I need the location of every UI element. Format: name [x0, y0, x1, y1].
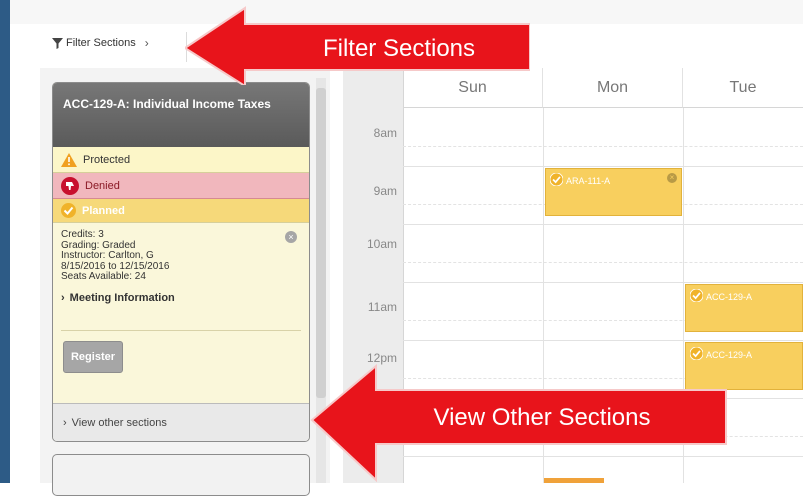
check-circle-icon	[689, 346, 704, 362]
time-label-10am: 10am	[366, 237, 397, 251]
status-denied: Denied	[53, 173, 309, 199]
chevron-right-icon: ›	[63, 417, 67, 429]
half-hour-line	[403, 146, 803, 147]
filter-sections-label: Filter Sections	[66, 37, 136, 49]
app-left-accent-bar	[0, 0, 10, 483]
instructor: Instructor: Carlton, G	[61, 250, 154, 261]
chevron-right-icon: ›	[144, 36, 149, 50]
calendar-event[interactable]: ARA-111-A ×	[545, 168, 682, 216]
callout-label: View Other Sections	[434, 404, 651, 431]
chevron-right-icon: ›	[61, 291, 65, 304]
time-label-11am: 11am	[367, 300, 397, 314]
meeting-information-toggle[interactable]: › Meeting Information	[61, 291, 301, 304]
remove-event-icon[interactable]: ×	[667, 173, 677, 183]
event-label: ACC-129-A	[706, 349, 753, 360]
hour-row[interactable]	[403, 224, 803, 283]
status-denied-label: Denied	[85, 179, 120, 192]
day-header-mon: Mon	[543, 68, 683, 108]
time-label-9am: 9am	[373, 184, 397, 198]
check-circle-icon	[689, 288, 704, 304]
course-title: ACC-129-A: Individual Income Taxes	[53, 83, 309, 147]
check-circle-icon	[61, 203, 76, 218]
status-protected: Protected	[53, 147, 309, 173]
credits: Credits: 3	[61, 229, 104, 240]
view-other-sections-button[interactable]: › View other sections	[53, 403, 309, 441]
hour-row[interactable]	[403, 108, 803, 167]
section-details-panel: ACC-129-A: Individual Income Taxes Prote…	[40, 68, 330, 496]
half-hour-line	[403, 262, 803, 263]
register-area: Register	[53, 333, 309, 381]
meeting-information-label: Meeting Information	[69, 291, 175, 304]
event-label: ACC-129-A	[706, 291, 753, 302]
divider	[61, 330, 301, 331]
close-icon[interactable]: ×	[285, 231, 297, 243]
status-planned-label: Planned	[82, 204, 125, 217]
event-label: ARA-111-A	[566, 175, 611, 186]
scrollbar-thumb[interactable]	[316, 88, 326, 398]
day-header-tue: Tue	[683, 68, 803, 108]
filter-sections-callout: Filter Sections	[185, 6, 530, 85]
thumbs-down-icon	[61, 176, 79, 195]
section-details: × Credits: 3 Grading: Graded Instructor:…	[53, 223, 309, 333]
seats-available: Seats Available: 24	[61, 271, 146, 282]
filter-icon	[52, 37, 63, 49]
register-button[interactable]: Register	[63, 341, 123, 373]
callout-label: Filter Sections	[323, 35, 475, 62]
time-label-8am: 8am	[373, 126, 397, 140]
warning-icon	[61, 152, 77, 167]
status-protected-label: Protected	[83, 153, 131, 166]
calendar-event[interactable]: ACC-129-A	[685, 284, 803, 332]
status-planned: Planned	[53, 199, 309, 223]
course-card: ACC-129-A: Individual Income Taxes Prote…	[52, 82, 310, 442]
view-other-sections-callout: View Other Sections	[310, 363, 727, 482]
check-circle-icon	[549, 172, 564, 188]
view-other-sections-label: View other sections	[71, 417, 167, 429]
filter-sections-button[interactable]: Filter Sections ›	[52, 36, 149, 50]
next-course-card	[52, 454, 310, 496]
